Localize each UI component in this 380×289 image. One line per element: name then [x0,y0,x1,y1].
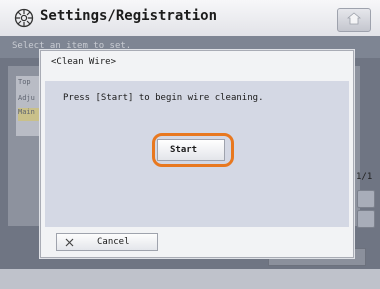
dialog-title: <Clean Wire> [51,57,117,67]
dialog-message: Press [Start] to begin wire cleaning. [63,93,264,103]
cancel-label: Cancel [97,237,130,247]
page-title: Settings/Registration [40,8,218,24]
header-bar: Settings/Registration [0,0,380,37]
scroll-up-button[interactable] [357,190,375,208]
close-icon [65,238,74,247]
cancel-button[interactable]: Cancel [56,233,158,251]
scroll-down-button[interactable] [357,210,375,228]
page-indicator: 1/1 [356,172,373,182]
home-button[interactable] [337,8,371,32]
home-icon [347,12,361,25]
footer-bar [0,269,380,289]
start-button[interactable]: Start [157,139,225,161]
settings-gear-icon [14,8,34,28]
